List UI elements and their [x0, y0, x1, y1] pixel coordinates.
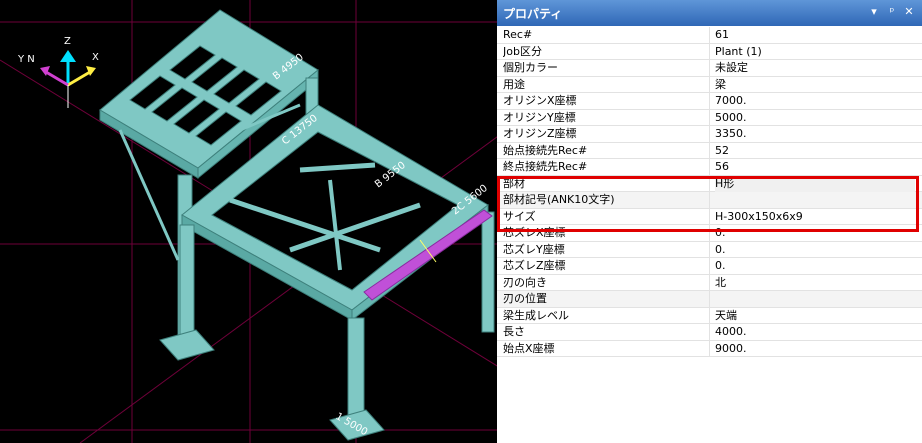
property-grid[interactable]: Rec# 61 Job区分 Plant (1) 個別カラー 未設定 用途 梁 オリジンX…: [497, 27, 922, 357]
property-row[interactable]: 終点接続先Rec# 56: [497, 159, 922, 176]
x-axis-line: [67, 70, 91, 87]
property-row[interactable]: オリジンY座標 5000.: [497, 109, 922, 126]
property-value[interactable]: [715, 291, 915, 307]
property-name: 長さ: [503, 325, 525, 338]
z-axis-label: Z: [64, 36, 71, 47]
property-name: 刃の向き: [503, 275, 547, 289]
property-value[interactable]: 56: [715, 159, 915, 175]
property-name: 部材: [503, 176, 525, 190]
property-row[interactable]: 部材記号(ANK10文字): [497, 192, 922, 209]
property-row[interactable]: 芯ズレX座標 0.: [497, 225, 922, 242]
axis-gizmo: Z X Y N: [17, 36, 99, 108]
property-row[interactable]: 部材 H形: [497, 175, 922, 192]
property-value[interactable]: Plant (1): [715, 44, 915, 60]
property-name: 始点X座標: [503, 341, 555, 355]
property-row[interactable]: 個別カラー 未設定: [497, 60, 922, 77]
property-value[interactable]: 0.: [715, 258, 915, 274]
property-value[interactable]: 5000.: [715, 110, 915, 126]
property-value[interactable]: [715, 192, 915, 208]
dropdown-icon[interactable]: ▾: [867, 5, 881, 18]
property-row[interactable]: 長さ 4000.: [497, 324, 922, 341]
property-value[interactable]: 61: [715, 27, 915, 43]
close-icon[interactable]: ✕: [902, 5, 916, 18]
property-name: オリジンZ座標: [503, 127, 577, 140]
property-name: オリジンX座標: [503, 94, 577, 107]
property-value[interactable]: 0.: [715, 242, 915, 258]
z-axis-arrow-icon: [60, 50, 76, 62]
property-name: Rec#: [503, 28, 533, 41]
property-name: オリジンY座標: [503, 110, 576, 124]
property-value[interactable]: 7000.: [715, 93, 915, 109]
pin-icon[interactable]: ᵖ: [885, 5, 899, 18]
property-name: 芯ズレX座標: [503, 226, 566, 239]
property-value[interactable]: H-300x150x6x9: [715, 209, 915, 225]
property-row[interactable]: 始点X座標 9000.: [497, 340, 922, 357]
model-view[interactable]: B 4950 C 13750 B 9550 2C 5600 1 5000 Z X…: [0, 0, 520, 443]
property-value[interactable]: 52: [715, 143, 915, 159]
property-name: 個別カラー: [503, 61, 558, 74]
properties-panel[interactable]: プロパティ ▾ ᵖ ✕ Rec# 61 Job区分 Plant (1) 個別カラー 未…: [497, 0, 922, 443]
3d-viewport[interactable]: B 4950 C 13750 B 9550 2C 5600 1 5000 Z X…: [0, 0, 520, 443]
property-name: サイズ: [503, 209, 536, 223]
property-name: 梁生成レベル: [503, 308, 569, 322]
property-row[interactable]: 始点接続先Rec# 52: [497, 142, 922, 159]
property-name: 刃の位置: [503, 292, 547, 305]
property-name: 部材記号(ANK10文字): [503, 193, 615, 206]
property-value[interactable]: 未設定: [715, 60, 915, 76]
property-row[interactable]: サイズ H-300x150x6x9: [497, 208, 922, 225]
property-value[interactable]: 4000.: [715, 324, 915, 340]
property-row[interactable]: 刃の向き 北: [497, 274, 922, 291]
property-name: 終点接続先Rec#: [503, 160, 588, 173]
property-row[interactable]: Job区分 Plant (1): [497, 43, 922, 60]
property-row[interactable]: オリジンX座標 7000.: [497, 93, 922, 110]
property-value[interactable]: H形: [715, 175, 915, 192]
properties-titlebar[interactable]: プロパティ ▾ ᵖ ✕: [497, 0, 922, 26]
property-row[interactable]: オリジンZ座標 3350.: [497, 126, 922, 143]
property-name: 芯ズレY座標: [503, 242, 565, 256]
property-row[interactable]: 梁生成レベル 天端: [497, 307, 922, 324]
property-row[interactable]: 刃の位置: [497, 291, 922, 308]
property-row[interactable]: Rec# 61: [497, 27, 922, 44]
property-value[interactable]: 梁: [715, 77, 915, 93]
property-row[interactable]: 芯ズレZ座標 0.: [497, 258, 922, 275]
property-name: 芯ズレZ座標: [503, 259, 566, 272]
steel-frame[interactable]: [99, 9, 495, 441]
property-name: Job区分: [503, 44, 542, 58]
y-axis-line: [45, 70, 69, 87]
property-row[interactable]: 用途 梁: [497, 76, 922, 93]
y-axis-label: Y N: [17, 54, 35, 65]
property-name: 用途: [503, 77, 525, 91]
panel-title: プロパティ: [503, 7, 563, 21]
x-axis-label: X: [92, 52, 99, 63]
property-name: 始点接続先Rec#: [503, 143, 588, 157]
property-value[interactable]: 9000.: [715, 341, 915, 357]
property-value[interactable]: 北: [715, 275, 915, 291]
property-row[interactable]: 芯ズレY座標 0.: [497, 241, 922, 258]
property-value[interactable]: 天端: [715, 308, 915, 324]
property-value[interactable]: 0.: [715, 225, 915, 241]
property-value[interactable]: 3350.: [715, 126, 915, 142]
